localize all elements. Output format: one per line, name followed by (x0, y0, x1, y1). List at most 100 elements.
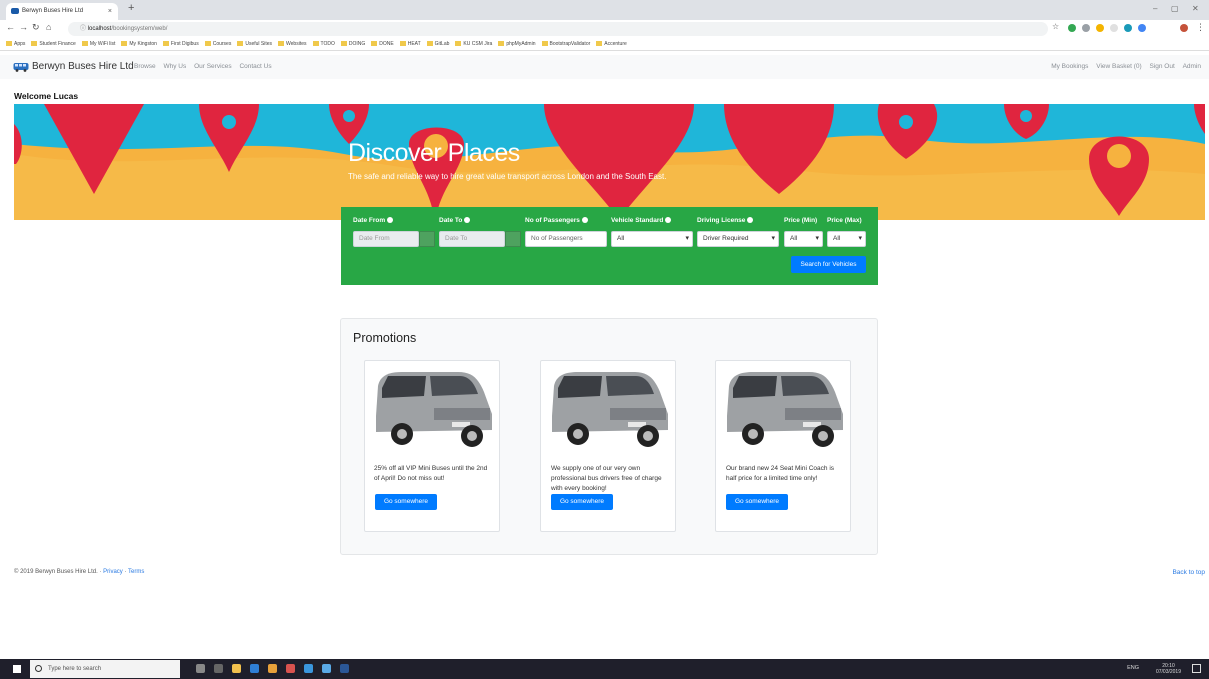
info-icon[interactable] (665, 217, 672, 223)
folder-icon (426, 41, 433, 46)
browser-tab[interactable]: Berwyn Buses Hire Ltd × (6, 3, 118, 20)
url-field[interactable]: ⓘ localhost/bookingsystem/web/ (68, 22, 1048, 36)
minimize-icon[interactable]: – (1153, 4, 1157, 13)
label-text: Driving License (697, 217, 746, 224)
store-icon[interactable] (250, 664, 259, 673)
calendar-icon[interactable] (505, 231, 521, 247)
bookmark-item[interactable]: Courses (204, 38, 231, 50)
home-icon[interactable]: ⌂ (46, 22, 51, 32)
bookmark-item[interactable]: Apps (6, 38, 25, 50)
extension-icon[interactable] (1110, 24, 1118, 32)
maximize-icon[interactable]: ▢ (1171, 4, 1179, 13)
profile-avatar[interactable] (1180, 24, 1188, 32)
chrome-icon[interactable] (268, 664, 277, 673)
go-somewhere-button[interactable]: Go somewhere (726, 494, 788, 510)
extension-icon[interactable] (1082, 24, 1090, 32)
bus-logo-icon[interactable] (13, 61, 30, 72)
forward-icon[interactable]: → (19, 22, 28, 32)
folder-icon (399, 41, 406, 46)
microphone-icon[interactable] (196, 664, 205, 673)
date-to-input[interactable]: Date To (439, 231, 505, 247)
menu-kebab-icon[interactable]: ⋮ (1196, 22, 1205, 33)
nav-our-services[interactable]: Our Services (194, 63, 232, 70)
promo-card: 25% off all VIP Mini Buses until the 2nd… (364, 360, 500, 532)
taskbar-search-box[interactable]: Type here to search (30, 660, 180, 678)
bookmark-item[interactable]: My WiFi list (81, 38, 116, 50)
back-icon[interactable]: ← (6, 22, 15, 32)
nav-my-bookings[interactable]: My Bookings (1051, 63, 1088, 70)
nav-admin[interactable]: Admin (1183, 63, 1201, 70)
calendar-icon[interactable] (419, 231, 435, 247)
reload-icon[interactable]: ↻ (32, 22, 40, 33)
tray-language[interactable]: ENG (1127, 665, 1139, 671)
extension-icon[interactable] (1138, 24, 1146, 32)
bookmark-label: My WiFi list (89, 41, 116, 47)
extension-icon[interactable] (1068, 24, 1076, 32)
bookmark-item[interactable]: DONE (371, 38, 394, 50)
vscode-icon[interactable] (304, 664, 313, 673)
word-icon[interactable] (340, 664, 349, 673)
bookmark-item[interactable]: HEAT (399, 38, 421, 50)
back-to-top-link[interactable]: Back to top (1172, 569, 1205, 576)
label-text: Vehicle Standard (611, 217, 664, 224)
bookmark-item[interactable]: Student Finance (31, 38, 76, 50)
hero-title: Discover Places (348, 139, 520, 167)
driving-license-select[interactable]: Driver Required (697, 231, 779, 247)
folder-icon (237, 41, 244, 46)
nav-browse[interactable]: Browse (134, 63, 156, 70)
nav-view-basket[interactable]: View Basket (0) (1096, 63, 1141, 70)
bookmark-item[interactable]: My Kingston (121, 38, 157, 50)
search-vehicles-button[interactable]: Search for Vehicles (791, 256, 866, 273)
price-max-select[interactable]: All (827, 231, 866, 247)
task-view-icon[interactable] (214, 664, 223, 673)
app-icon[interactable] (322, 664, 331, 673)
passengers-input[interactable]: No of Passengers (525, 231, 607, 247)
bookmark-item[interactable]: DOING (340, 38, 365, 50)
nav-contact-us[interactable]: Contact Us (239, 63, 271, 70)
app-icon[interactable] (286, 664, 295, 673)
close-window-icon[interactable]: ✕ (1192, 4, 1199, 13)
close-tab-icon[interactable]: × (108, 3, 112, 20)
date-from-input[interactable]: Date From (353, 231, 419, 247)
url-host: localhost (87, 26, 112, 32)
nav-sign-out[interactable]: Sign Out (1149, 63, 1174, 70)
extension-icon[interactable] (1096, 24, 1104, 32)
nav-why-us[interactable]: Why Us (164, 63, 187, 70)
privacy-link[interactable]: Privacy (103, 569, 123, 575)
bookmark-item[interactable]: First Digibus (162, 38, 199, 50)
bookmark-item[interactable]: Websites (278, 38, 307, 50)
bookmark-item[interactable]: KU CSM Jira (455, 38, 492, 50)
vehicle-standard-select[interactable]: All (611, 231, 693, 247)
folder-icon (204, 41, 211, 46)
go-somewhere-button[interactable]: Go somewhere (551, 494, 613, 510)
folder-icon (541, 41, 548, 46)
brand-link[interactable]: Berwyn Buses Hire Ltd (32, 61, 134, 72)
file-explorer-icon[interactable] (232, 664, 241, 673)
bookmark-label: HEAT (407, 41, 421, 47)
terms-link[interactable]: Terms (128, 569, 144, 575)
copyright-text: © 2019 Berwyn Buses Hire Ltd. · (14, 569, 104, 575)
bookmark-item[interactable]: GitLab (426, 38, 449, 50)
bookmark-label: Accenture (604, 41, 627, 47)
price-min-select[interactable]: All (784, 231, 823, 247)
folder-icon (81, 41, 88, 46)
info-icon[interactable] (747, 217, 754, 223)
bookmark-item[interactable]: TODO (312, 38, 335, 50)
info-icon[interactable] (387, 217, 394, 223)
bookmark-item[interactable]: Useful Sites (237, 38, 272, 50)
new-tab-button[interactable]: + (128, 2, 134, 14)
extension-icon[interactable] (1124, 24, 1132, 32)
bookmark-label: BootstrapValidator (549, 41, 591, 47)
notifications-icon[interactable] (1192, 664, 1201, 673)
info-icon[interactable] (581, 217, 588, 223)
browser-tab-strip: Berwyn Buses Hire Ltd × + – ▢ ✕ (0, 0, 1209, 20)
bookmark-item[interactable]: phpMyAdmin (498, 38, 536, 50)
bookmark-item[interactable]: Accenture (596, 38, 627, 50)
windows-start-icon[interactable] (13, 665, 21, 673)
go-somewhere-button[interactable]: Go somewhere (375, 494, 437, 510)
bookmark-label: Websites (286, 41, 307, 47)
taskbar-clock[interactable]: 20:10 07/03/2019 (1156, 663, 1181, 675)
bookmark-item[interactable]: BootstrapValidator (541, 38, 591, 50)
bookmark-star-icon[interactable]: ☆ (1052, 22, 1059, 31)
info-icon[interactable] (464, 217, 471, 223)
